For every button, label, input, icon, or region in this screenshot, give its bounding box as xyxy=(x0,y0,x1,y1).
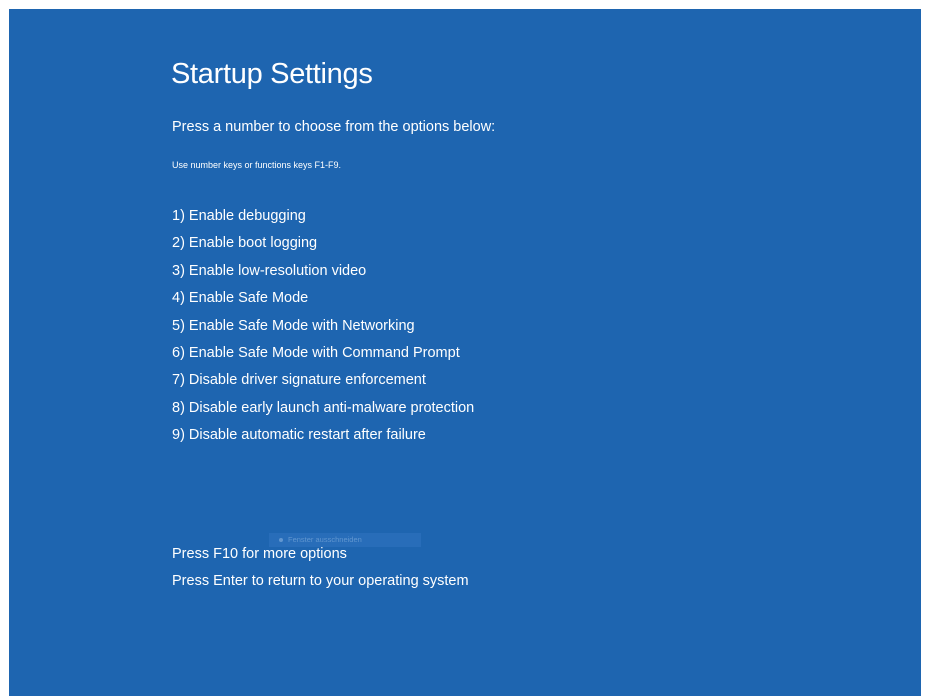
record-dot-icon xyxy=(279,537,283,542)
snipping-tool-overlay[interactable]: Fenster ausschneiden xyxy=(269,533,421,547)
option-disable-early-launch-antimalware[interactable]: 8) Disable early launch anti-malware pro… xyxy=(172,399,474,426)
option-enable-low-resolution-video[interactable]: 3) Enable low-resolution video xyxy=(172,262,474,289)
option-enable-boot-logging[interactable]: 2) Enable boot logging xyxy=(172,234,474,261)
option-safe-mode-networking[interactable]: 5) Enable Safe Mode with Networking xyxy=(172,317,474,344)
instruction-text: Press a number to choose from the option… xyxy=(172,119,496,135)
return-to-os-text[interactable]: Press Enter to return to your operating … xyxy=(172,573,469,589)
option-enable-safe-mode[interactable]: 4) Enable Safe Mode xyxy=(172,289,474,316)
startup-options-list: 1) Enable debugging 2) Enable boot loggi… xyxy=(172,207,474,454)
startup-settings-screen: Startup Settings Press a number to choos… xyxy=(9,9,921,696)
overlay-label: Fenster ausschneiden xyxy=(288,535,362,544)
page-title: Startup Settings xyxy=(171,58,373,90)
option-disable-driver-signature[interactable]: 7) Disable driver signature enforcement xyxy=(172,371,474,398)
option-enable-debugging[interactable]: 1) Enable debugging xyxy=(172,207,474,234)
key-hint-text: Use number keys or functions keys F1-F9. xyxy=(172,160,342,170)
option-safe-mode-command-prompt[interactable]: 6) Enable Safe Mode with Command Prompt xyxy=(172,344,474,371)
more-options-text[interactable]: Press F10 for more options xyxy=(172,546,347,562)
option-disable-automatic-restart[interactable]: 9) Disable automatic restart after failu… xyxy=(172,426,474,453)
